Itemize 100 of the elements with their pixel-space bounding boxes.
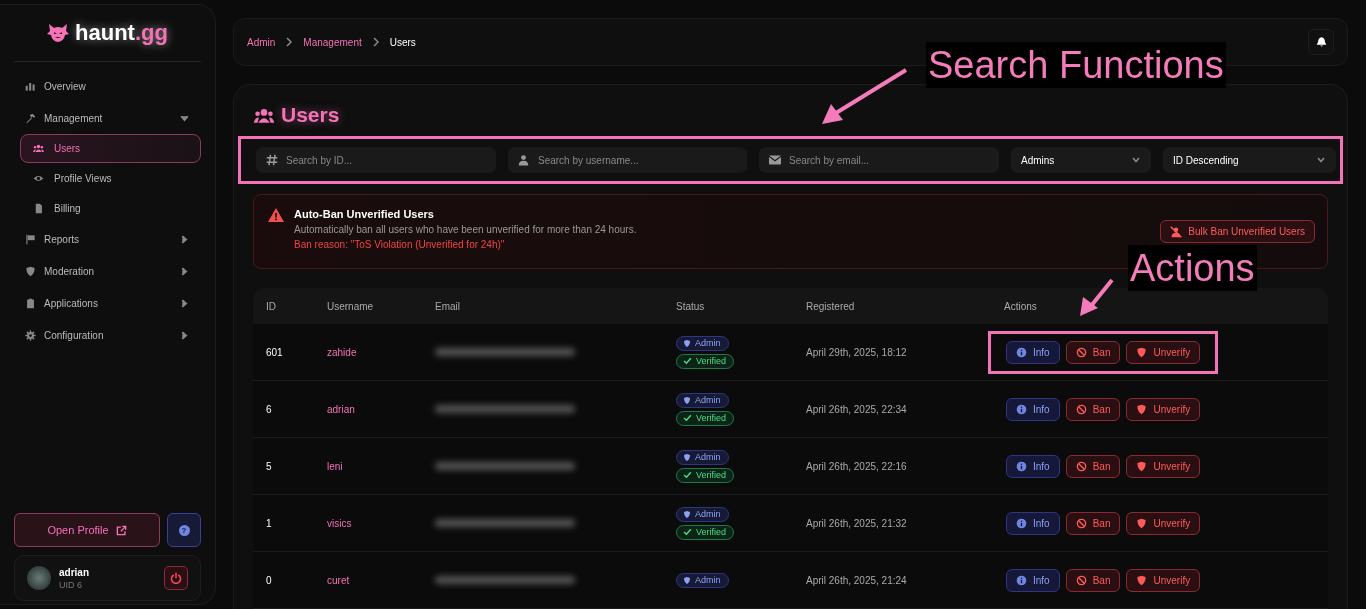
annotation-label: Search Functions — [926, 42, 1226, 88]
unverify-button[interactable]: Unverify — [1126, 568, 1201, 592]
info-icon — [1016, 517, 1027, 529]
admin-badge: Admin — [676, 572, 729, 588]
sidebar-item[interactable]: Configuration — [14, 319, 201, 351]
shield-icon — [1136, 574, 1148, 586]
sidebar-item[interactable]: Reports — [14, 223, 201, 255]
info-icon — [1016, 403, 1027, 415]
info-button[interactable]: Info — [1006, 511, 1060, 535]
clipboard-icon — [25, 297, 36, 309]
shield-icon — [1136, 403, 1148, 415]
admin-badge: Admin — [676, 392, 729, 408]
sort-select[interactable]: ID Descending — [1163, 147, 1336, 173]
table-cell-text: 601 — [266, 346, 284, 358]
ban-button[interactable]: Ban — [1065, 568, 1121, 592]
flag-icon — [25, 233, 36, 245]
admin-badge: Admin — [676, 506, 729, 522]
shield-icon — [25, 265, 36, 277]
unverify-button[interactable]: Unverify — [1126, 397, 1201, 421]
username-link[interactable]: adrian — [327, 403, 435, 415]
shield-icon — [683, 452, 691, 462]
shield-icon — [1136, 517, 1148, 529]
sidebar-item[interactable]: Overview — [14, 70, 201, 102]
bell-icon — [1315, 36, 1327, 48]
table-cell-text: April 26th, 2025, 22:16 — [806, 460, 908, 472]
page-title: Users — [281, 103, 340, 127]
gear-icon — [25, 329, 36, 341]
info-icon — [1016, 346, 1027, 358]
ban-button[interactable]: Ban — [1065, 340, 1121, 364]
alert-text: Automatically ban all users who have been unverified for more than 24 hours. — [294, 224, 638, 235]
help-button[interactable]: ? — [167, 513, 201, 547]
ban-button[interactable]: Ban — [1065, 397, 1121, 421]
ghost-mascot-icon — [47, 23, 70, 43]
shield-icon — [683, 395, 691, 405]
verified-badge: Verified — [676, 524, 735, 540]
open-profile-button[interactable]: Open Profile — [14, 513, 160, 547]
power-icon — [170, 572, 182, 584]
chevron-icon — [371, 37, 380, 47]
verified-badge: Verified — [676, 410, 735, 426]
shield-icon — [1136, 460, 1148, 472]
username-link[interactable]: leni — [327, 460, 435, 472]
info-button[interactable]: Info — [1006, 340, 1060, 364]
sidebar-item[interactable]: Applications — [14, 287, 201, 319]
annotation-arrow — [1080, 278, 1114, 316]
info-icon — [1016, 460, 1027, 472]
column-header: Username — [327, 300, 375, 312]
table-cell-text: 6 — [266, 403, 273, 415]
checkmark-icon — [683, 471, 692, 479]
table-cell-text: April 26th, 2025, 21:32 — [806, 517, 908, 529]
chevron-icon — [285, 37, 294, 47]
sidebar-item[interactable]: Management — [14, 102, 201, 134]
document-icon — [33, 202, 44, 214]
username-link[interactable]: visics — [327, 517, 435, 529]
email-search-field[interactable]: Search by email... — [759, 147, 999, 173]
logo-text: haunt.gg — [75, 20, 168, 46]
column-header: ID — [266, 300, 277, 312]
table-cell-text: April 26th, 2025, 21:24 — [806, 574, 908, 586]
table-cell-text: April 26th, 2025, 22:34 — [806, 403, 908, 415]
prohibited-icon — [1075, 403, 1087, 415]
username-link[interactable]: curet — [327, 574, 435, 586]
warning-icon — [268, 208, 284, 222]
checkmark-icon — [683, 528, 692, 536]
table-cell-text: April 29th, 2025, 18:12 — [806, 346, 908, 358]
prohibited-icon — [1075, 460, 1087, 472]
avatar — [27, 566, 51, 590]
notifications-button[interactable] — [1308, 29, 1334, 55]
logout-button[interactable] — [164, 566, 188, 590]
username-link[interactable]: zahide — [327, 346, 435, 358]
unverify-button[interactable]: Unverify — [1126, 511, 1201, 535]
ban-button[interactable]: Ban — [1065, 511, 1121, 535]
table-cell-text: 1 — [266, 517, 273, 529]
breadcrumb-link[interactable]: Admin — [247, 36, 276, 48]
breadcrumb-link[interactable]: Management — [303, 36, 362, 48]
sidebar-item[interactable]: Profile Views — [20, 163, 201, 193]
prohibited-icon — [1075, 346, 1087, 358]
prohibited-icon — [1075, 517, 1087, 529]
shield-icon — [683, 575, 691, 585]
id-search-field[interactable]: Search by ID... — [256, 147, 496, 173]
verified-badge: Verified — [676, 353, 735, 369]
info-icon — [1016, 574, 1027, 586]
sidebar-item[interactable]: Billing — [20, 193, 201, 223]
unverify-button[interactable]: Unverify — [1126, 454, 1201, 478]
unverify-button[interactable]: Unverify — [1126, 340, 1201, 364]
admin-badge: Admin — [676, 449, 729, 465]
info-button[interactable]: Info — [1006, 454, 1060, 478]
table-cell-text: 5 — [266, 460, 273, 472]
role-select[interactable]: Admins — [1011, 147, 1151, 173]
shield-icon — [683, 338, 691, 348]
column-header: Status — [676, 300, 706, 312]
chevron-icon — [1316, 155, 1326, 165]
user-name: adrian — [59, 566, 90, 578]
sidebar-item[interactable]: Moderation — [14, 255, 201, 287]
sidebar-item[interactable]: Users — [20, 134, 201, 163]
username-search-field[interactable]: Search by username... — [508, 147, 747, 173]
info-button[interactable]: Info — [1006, 397, 1060, 421]
info-button[interactable]: Info — [1006, 568, 1060, 592]
user-slash-icon — [1170, 225, 1183, 238]
ban-button[interactable]: Ban — [1065, 454, 1121, 478]
user-id: UID 6 — [59, 579, 83, 590]
bulk-ban-button[interactable]: Bulk Ban Unverified Users — [1160, 220, 1315, 243]
